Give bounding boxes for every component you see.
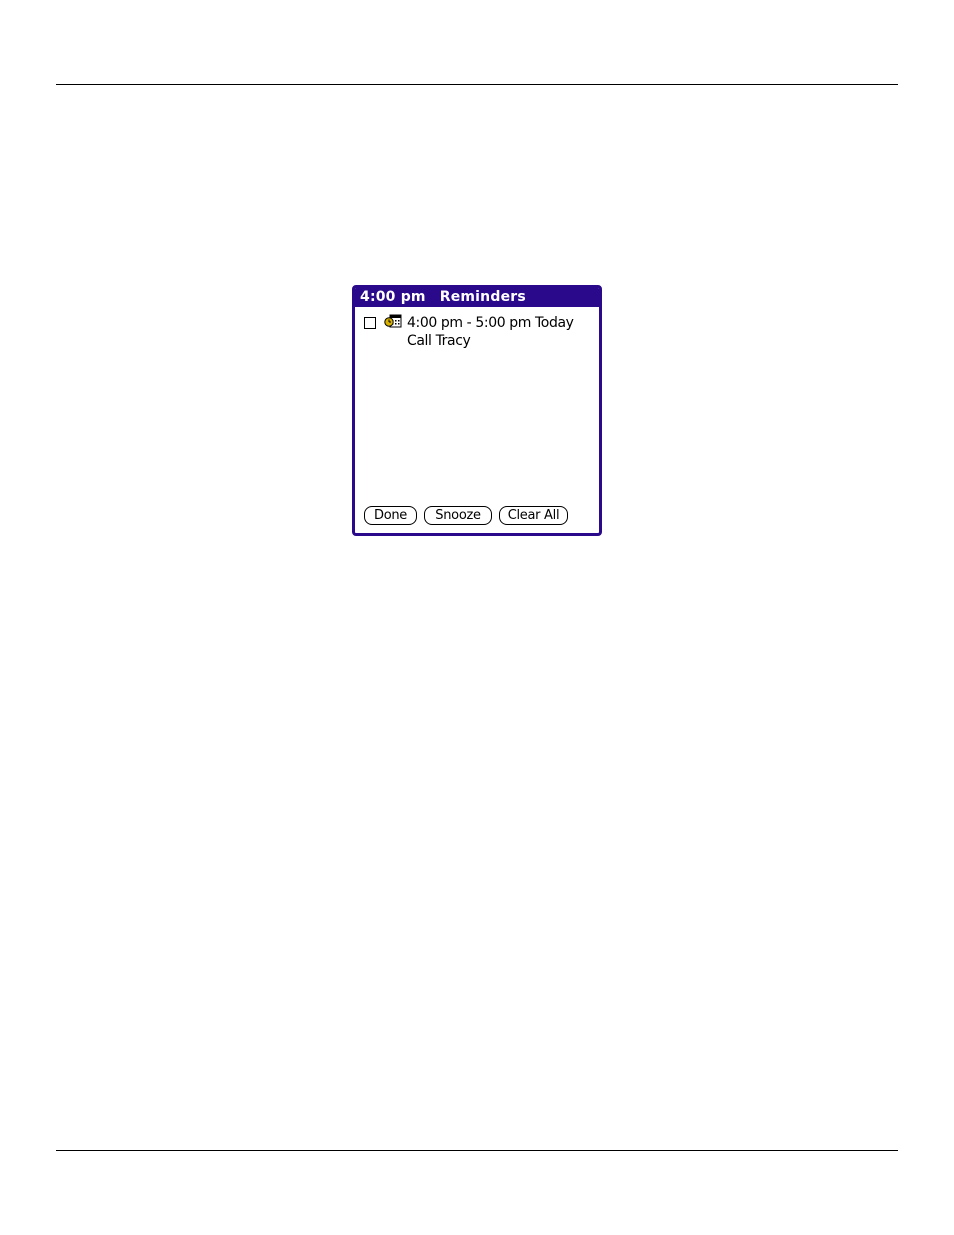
reminder-text: 4:00 pm - 5:00 pm Today Call Tracy bbox=[407, 314, 574, 350]
calendar-alarm-icon bbox=[384, 314, 402, 328]
titlebar-time: 4:00 pm bbox=[360, 289, 426, 305]
reminder-item[interactable]: 4:00 pm - 5:00 pm Today Call Tracy bbox=[363, 314, 593, 354]
reminder-description: Call Tracy bbox=[407, 333, 471, 349]
reminder-checkbox[interactable] bbox=[364, 317, 376, 329]
reminders-dialog: 4:00 pm Reminders 4:00 pm - 5:00 pm Today… bbox=[352, 285, 602, 536]
header-rule bbox=[56, 84, 898, 85]
snooze-button[interactable]: Snooze bbox=[424, 506, 492, 525]
titlebar-title: Reminders bbox=[439, 289, 526, 305]
clear-all-button[interactable]: Clear All bbox=[499, 506, 568, 525]
footer-rule bbox=[56, 1150, 898, 1151]
reminder-time-range: 4:00 pm - 5:00 pm Today bbox=[407, 315, 574, 331]
done-button[interactable]: Done bbox=[364, 506, 417, 525]
dialog-titlebar: 4:00 pm Reminders bbox=[355, 288, 599, 307]
